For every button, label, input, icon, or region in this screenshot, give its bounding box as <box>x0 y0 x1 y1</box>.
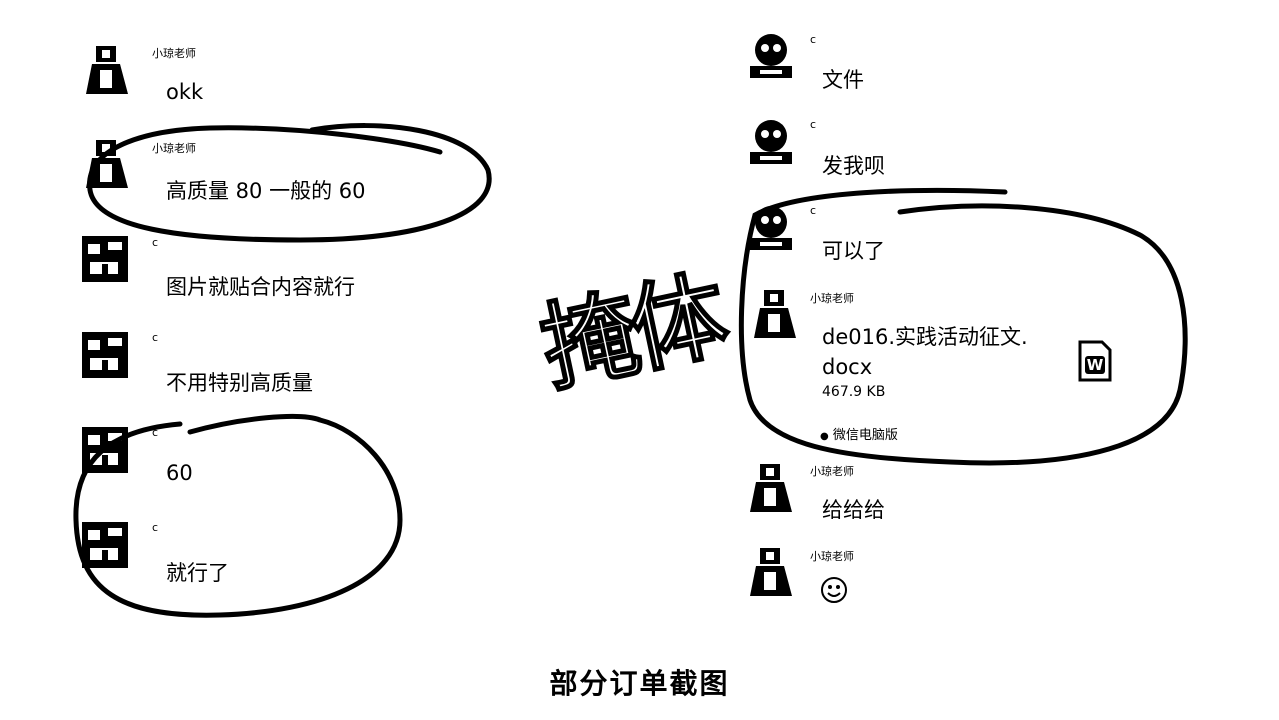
sender-name: 小琼老师 <box>152 47 196 60</box>
sender-name: c <box>810 204 817 217</box>
message-text[interactable]: 发我呗 <box>822 150 885 180</box>
file-name-line2: docx <box>822 355 873 379</box>
message-text[interactable]: 就行了 <box>166 557 229 587</box>
sender-name: 小琼老师 <box>810 292 854 305</box>
sender-name: c <box>810 33 817 46</box>
customer-avatar[interactable] <box>80 425 130 475</box>
sender-name: 小琼老师 <box>810 465 854 478</box>
sender-name: 小琼老师 <box>152 142 196 155</box>
word-file-icon: W <box>1078 340 1112 382</box>
customer-avatar[interactable] <box>746 116 796 166</box>
message-text[interactable]: 文件 <box>822 64 864 94</box>
message-text[interactable]: 高质量 80 一般的 60 <box>166 175 365 205</box>
message-text[interactable]: okk <box>166 80 203 104</box>
teacher-avatar[interactable] <box>750 288 800 338</box>
file-size: 467.9 KB <box>822 384 886 400</box>
customer-avatar[interactable] <box>80 234 130 284</box>
file-name-line1: de016.实践活动征文. <box>822 325 1028 349</box>
teacher-avatar[interactable] <box>82 44 132 94</box>
smile-emoji-icon[interactable] <box>820 576 848 610</box>
watermark: 掩体 <box>531 257 733 407</box>
teacher-avatar[interactable] <box>746 462 796 512</box>
sender-name: c <box>152 521 159 534</box>
teacher-avatar[interactable] <box>82 138 132 188</box>
sender-name: c <box>152 426 159 439</box>
message-text[interactable]: 给给给 <box>822 494 885 524</box>
sender-name: 小琼老师 <box>810 550 854 563</box>
sender-name: c <box>152 331 159 344</box>
svg-text:W: W <box>1087 356 1104 374</box>
page-caption: 部分订单截图 <box>549 667 730 700</box>
customer-avatar[interactable] <box>746 30 796 80</box>
customer-avatar[interactable] <box>746 202 796 252</box>
message-text[interactable]: 可以了 <box>822 235 885 265</box>
file-source-label: 微信电脑版 <box>832 428 898 443</box>
message-text[interactable]: 60 <box>166 461 193 485</box>
teacher-avatar[interactable] <box>746 546 796 596</box>
message-text[interactable]: 图片就贴合内容就行 <box>166 271 355 301</box>
customer-avatar[interactable] <box>80 520 130 570</box>
dot-icon: ● <box>820 431 829 442</box>
sender-name: c <box>810 118 817 131</box>
message-text[interactable]: 不用特别高质量 <box>166 367 313 397</box>
file-source: ● 微信电脑版 <box>820 424 898 443</box>
customer-avatar[interactable] <box>80 330 130 380</box>
sender-name: c <box>152 236 159 249</box>
